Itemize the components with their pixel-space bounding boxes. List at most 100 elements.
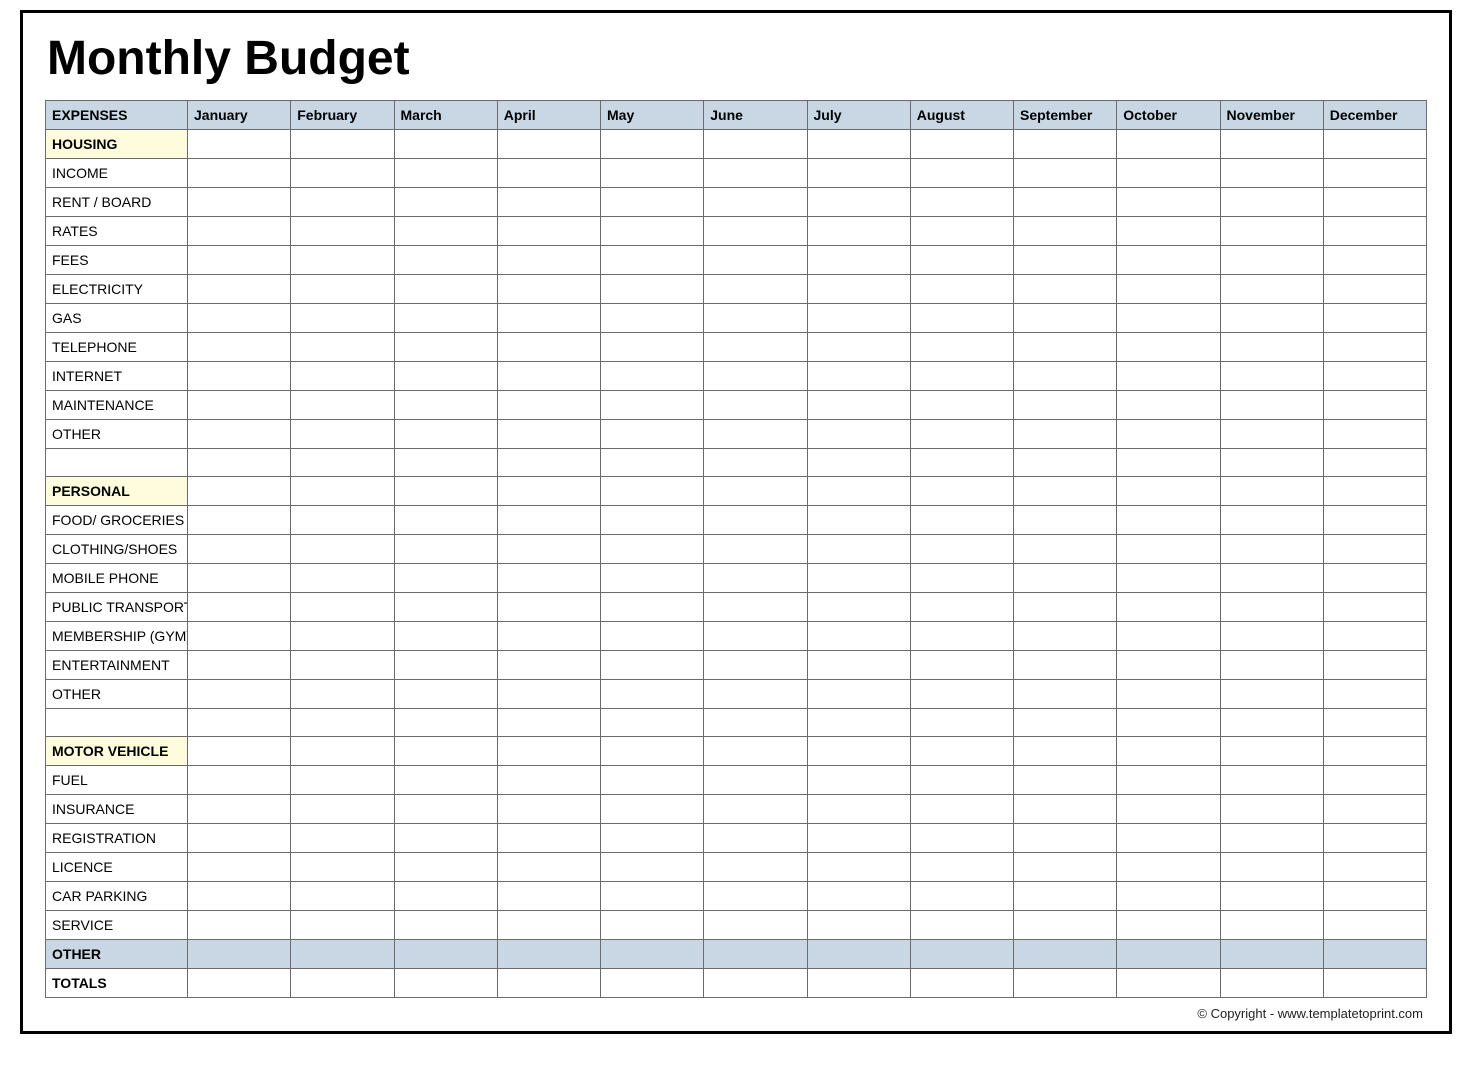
header-month: August bbox=[910, 101, 1013, 130]
table-row: INCOME bbox=[46, 159, 1427, 188]
cell bbox=[188, 795, 291, 824]
cell bbox=[601, 709, 704, 737]
row-label: MEMBERSHIP (GYM) bbox=[46, 622, 188, 651]
cell bbox=[1323, 911, 1426, 940]
cell bbox=[497, 449, 600, 477]
row-label: INSURANCE bbox=[46, 795, 188, 824]
header-month: December bbox=[1323, 101, 1426, 130]
table-row: MEMBERSHIP (GYM) bbox=[46, 622, 1427, 651]
cell bbox=[704, 737, 807, 766]
cell bbox=[1220, 593, 1323, 622]
table-row: FOOD/ GROCERIES bbox=[46, 506, 1427, 535]
cell bbox=[497, 535, 600, 564]
cell bbox=[497, 795, 600, 824]
cell bbox=[1014, 130, 1117, 159]
spacer-row bbox=[46, 709, 1427, 737]
cell bbox=[910, 709, 1013, 737]
row-label: MAINTENANCE bbox=[46, 391, 188, 420]
table-row: TELEPHONE bbox=[46, 333, 1427, 362]
cell bbox=[910, 824, 1013, 853]
cell bbox=[1323, 593, 1426, 622]
cell bbox=[1117, 535, 1220, 564]
cell bbox=[807, 535, 910, 564]
cell bbox=[394, 940, 497, 969]
cell bbox=[394, 275, 497, 304]
cell bbox=[497, 506, 600, 535]
cell bbox=[394, 391, 497, 420]
cell bbox=[1323, 564, 1426, 593]
row-label: SERVICE bbox=[46, 911, 188, 940]
cell bbox=[1014, 391, 1117, 420]
row-label: CAR PARKING bbox=[46, 882, 188, 911]
cell bbox=[1220, 824, 1323, 853]
cell bbox=[910, 449, 1013, 477]
table-row: MAINTENANCE bbox=[46, 391, 1427, 420]
cell bbox=[1014, 535, 1117, 564]
cell bbox=[188, 940, 291, 969]
cell bbox=[497, 651, 600, 680]
cell bbox=[1014, 795, 1117, 824]
cell bbox=[1117, 449, 1220, 477]
cell bbox=[704, 217, 807, 246]
cell bbox=[910, 882, 1013, 911]
header-month: February bbox=[291, 101, 394, 130]
cell bbox=[807, 680, 910, 709]
cell bbox=[1220, 940, 1323, 969]
cell bbox=[910, 680, 1013, 709]
cell bbox=[807, 651, 910, 680]
header-month: July bbox=[807, 101, 910, 130]
cell bbox=[910, 217, 1013, 246]
other-label: OTHER bbox=[46, 940, 188, 969]
cell bbox=[497, 709, 600, 737]
cell bbox=[601, 564, 704, 593]
cell bbox=[1014, 680, 1117, 709]
cell bbox=[497, 362, 600, 391]
cell bbox=[394, 362, 497, 391]
cell bbox=[497, 304, 600, 333]
cell bbox=[1014, 737, 1117, 766]
cell bbox=[188, 449, 291, 477]
category-label: PERSONAL bbox=[46, 477, 188, 506]
cell bbox=[394, 853, 497, 882]
cell bbox=[601, 853, 704, 882]
cell bbox=[497, 680, 600, 709]
cell bbox=[807, 737, 910, 766]
cell bbox=[497, 766, 600, 795]
cell bbox=[46, 449, 188, 477]
cell bbox=[1323, 622, 1426, 651]
cell bbox=[1220, 391, 1323, 420]
cell bbox=[188, 911, 291, 940]
cell bbox=[910, 911, 1013, 940]
cell bbox=[291, 449, 394, 477]
cell bbox=[1014, 969, 1117, 998]
cell bbox=[1117, 477, 1220, 506]
cell bbox=[1323, 130, 1426, 159]
cell bbox=[1220, 795, 1323, 824]
cell bbox=[910, 766, 1013, 795]
cell bbox=[807, 449, 910, 477]
cell bbox=[1323, 159, 1426, 188]
cell bbox=[1220, 420, 1323, 449]
header-month: September bbox=[1014, 101, 1117, 130]
cell bbox=[1014, 246, 1117, 275]
table-row: REGISTRATION bbox=[46, 824, 1427, 853]
cell bbox=[188, 217, 291, 246]
cell bbox=[291, 911, 394, 940]
cell bbox=[910, 651, 1013, 680]
cell bbox=[601, 680, 704, 709]
header-expenses: EXPENSES bbox=[46, 101, 188, 130]
row-label: ELECTRICITY bbox=[46, 275, 188, 304]
cell bbox=[291, 275, 394, 304]
cell bbox=[704, 506, 807, 535]
cell bbox=[1117, 680, 1220, 709]
cell bbox=[291, 737, 394, 766]
cell bbox=[291, 420, 394, 449]
category-row: HOUSING bbox=[46, 130, 1427, 159]
cell bbox=[291, 853, 394, 882]
cell bbox=[704, 795, 807, 824]
cell bbox=[188, 506, 291, 535]
cell bbox=[497, 275, 600, 304]
cell bbox=[1117, 795, 1220, 824]
cell bbox=[704, 246, 807, 275]
cell bbox=[1014, 449, 1117, 477]
